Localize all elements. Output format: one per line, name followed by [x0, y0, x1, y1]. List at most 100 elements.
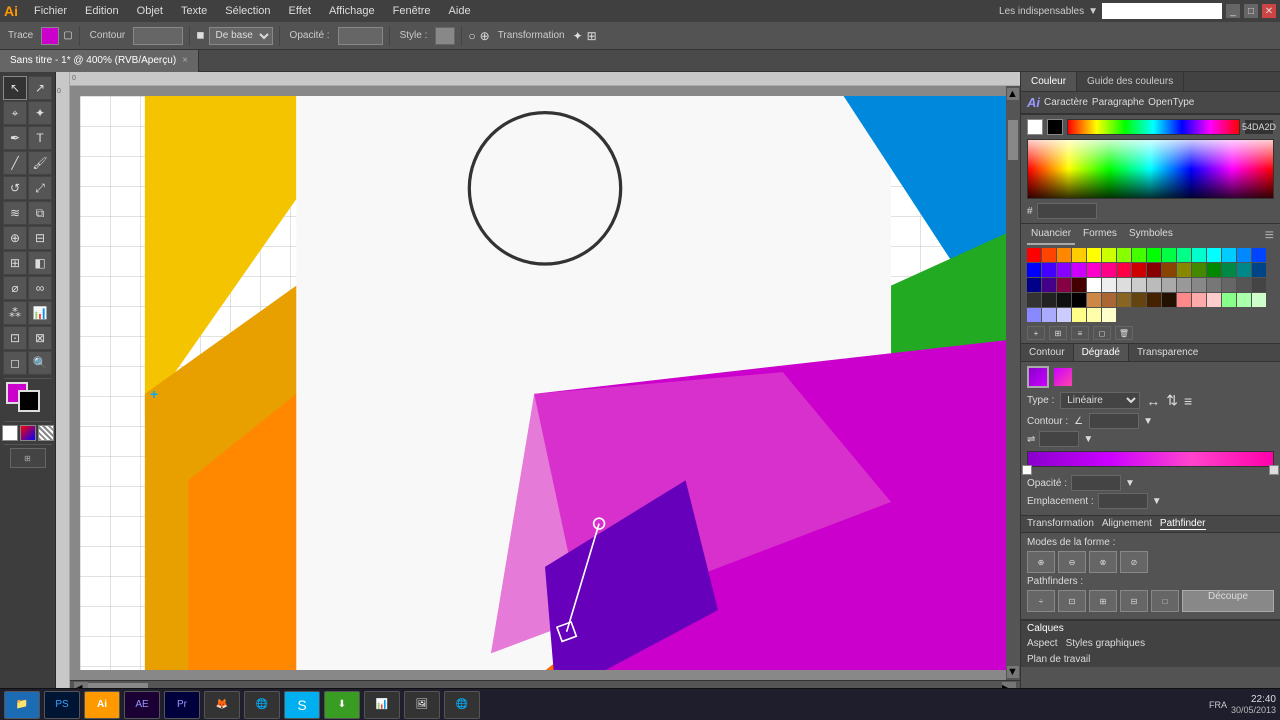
- calques-btn[interactable]: Calques: [1027, 623, 1064, 634]
- gradient-more-icon[interactable]: ≡: [1184, 393, 1192, 409]
- color-cell[interactable]: [1177, 263, 1191, 277]
- color-cell[interactable]: [1057, 308, 1071, 322]
- taskbar-illustrator-btn[interactable]: Ai: [84, 691, 120, 719]
- circle-tool-icon[interactable]: ○: [468, 29, 475, 43]
- crop-btn[interactable]: ⊟: [1120, 590, 1148, 612]
- color-cell[interactable]: [1102, 308, 1116, 322]
- scroll-up-btn[interactable]: ▲: [1007, 88, 1019, 100]
- scroll-thumb[interactable]: [1008, 120, 1018, 160]
- color-cell[interactable]: [1177, 248, 1191, 262]
- color-cell[interactable]: [1117, 263, 1131, 277]
- menu-effet[interactable]: Effet: [281, 3, 319, 19]
- pathfinder-tab[interactable]: Pathfinder: [1160, 518, 1206, 530]
- magic-wand-tool[interactable]: ✦: [28, 101, 52, 125]
- menu-objet[interactable]: Objet: [129, 3, 171, 19]
- color-cell[interactable]: [1102, 293, 1116, 307]
- minus-front-btn[interactable]: ⊖: [1058, 551, 1086, 573]
- menu-fenetre[interactable]: Fenêtre: [385, 3, 439, 19]
- slice-tool[interactable]: ⊠: [28, 326, 52, 350]
- alignement-tab[interactable]: Alignement: [1102, 518, 1152, 530]
- contour-input[interactable]: [133, 27, 183, 45]
- color-cell[interactable]: [1042, 263, 1056, 277]
- paragraphe-btn[interactable]: Paragraphe: [1092, 97, 1144, 108]
- opacity-gradient-input[interactable]: [1071, 475, 1121, 491]
- gradient-reverse-icon[interactable]: ↔: [1146, 393, 1160, 409]
- color-cell[interactable]: [1072, 278, 1086, 292]
- color-cell[interactable]: [1237, 263, 1251, 277]
- perspective-grid-tool[interactable]: ⊟: [28, 226, 52, 250]
- type-tool[interactable]: T: [28, 126, 52, 150]
- decoupe-btn[interactable]: Découpe: [1182, 590, 1274, 612]
- angle-input[interactable]: 74.3°: [1089, 413, 1139, 429]
- color-cell[interactable]: [1027, 263, 1041, 277]
- no-fill-swatch[interactable]: [2, 425, 18, 441]
- color-cell[interactable]: [1192, 248, 1206, 262]
- color-cell[interactable]: [1177, 278, 1191, 292]
- color-cell[interactable]: [1027, 293, 1041, 307]
- color-cell[interactable]: [1087, 263, 1101, 277]
- color-cell[interactable]: [1042, 278, 1056, 292]
- document-tab[interactable]: Sans titre - 1* @ 400% (RVB/Aperçu) ×: [0, 50, 199, 72]
- taskbar-premiere-btn[interactable]: Pr: [164, 691, 200, 719]
- taskbar-skype-btn[interactable]: S: [284, 691, 320, 719]
- color-cell[interactable]: [1147, 278, 1161, 292]
- divide-btn[interactable]: ÷: [1027, 590, 1055, 612]
- background-swatch[interactable]: [18, 390, 40, 412]
- color-cell[interactable]: [1132, 293, 1146, 307]
- color-cell[interactable]: [1042, 308, 1056, 322]
- color-cell[interactable]: [1237, 293, 1251, 307]
- pattern-swatch[interactable]: [38, 425, 54, 441]
- taskbar-network-btn[interactable]: 🌐: [444, 691, 480, 719]
- color-cell[interactable]: [1162, 263, 1176, 277]
- color-cell[interactable]: [1042, 293, 1056, 307]
- menu-fichier[interactable]: Fichier: [26, 3, 75, 19]
- warp-tool[interactable]: ≋: [3, 201, 27, 225]
- taskbar-firefox-btn[interactable]: 🦊: [204, 691, 240, 719]
- color-cell[interactable]: [1222, 278, 1236, 292]
- white-swatch[interactable]: [1027, 119, 1043, 135]
- color-cell[interactable]: [1222, 248, 1236, 262]
- tab-symboles[interactable]: Symboles: [1125, 227, 1177, 245]
- color-cell[interactable]: [1027, 308, 1041, 322]
- emplacement-input[interactable]: [1098, 493, 1148, 509]
- gradient-swap-icon[interactable]: ⇅: [1166, 392, 1178, 409]
- workspace-dropdown-icon[interactable]: ▼: [1088, 6, 1098, 17]
- color-cell[interactable]: [1162, 293, 1176, 307]
- opacity-input[interactable]: 100%: [338, 27, 383, 45]
- color-cell[interactable]: [1192, 278, 1206, 292]
- color-cell[interactable]: [1087, 248, 1101, 262]
- lasso-tool[interactable]: ⌖: [3, 101, 27, 125]
- color-cell[interactable]: [1147, 293, 1161, 307]
- color-cell[interactable]: [1252, 263, 1266, 277]
- line-tool[interactable]: ╱: [3, 151, 27, 175]
- exclude-btn[interactable]: ⊘: [1120, 551, 1148, 573]
- gradient-swatch[interactable]: [20, 425, 36, 441]
- taskbar-stats-btn[interactable]: 📊: [364, 691, 400, 719]
- color-cell[interactable]: [1252, 248, 1266, 262]
- fill-swatch[interactable]: [41, 27, 59, 45]
- color-cell[interactable]: [1117, 248, 1131, 262]
- shape-builder-tool[interactable]: ⊕: [3, 226, 27, 250]
- maximize-button[interactable]: □: [1244, 4, 1258, 18]
- opacity-inc-icon[interactable]: ▼: [1125, 478, 1135, 489]
- color-cell[interactable]: [1072, 308, 1086, 322]
- color-cell[interactable]: [1177, 293, 1191, 307]
- merge-btn[interactable]: ⊞: [1089, 590, 1117, 612]
- artboard-tool[interactable]: ⊡: [3, 326, 27, 350]
- color-spectrum[interactable]: [1027, 139, 1274, 199]
- aspect-btn[interactable]: Aspect: [1027, 638, 1058, 649]
- color-cell[interactable]: [1207, 263, 1221, 277]
- color-cell[interactable]: [1117, 278, 1131, 292]
- color-cell[interactable]: [1102, 263, 1116, 277]
- degrade-swatch-1[interactable]: [1027, 366, 1049, 388]
- trim-btn[interactable]: ⊡: [1058, 590, 1086, 612]
- scroll-down-btn[interactable]: ▼: [1007, 666, 1019, 678]
- color-cell[interactable]: [1252, 293, 1266, 307]
- eraser-tool[interactable]: ◻: [3, 351, 27, 375]
- color-cell[interactable]: [1072, 248, 1086, 262]
- nuancier-add-btn[interactable]: +: [1027, 326, 1045, 340]
- search-input[interactable]: [1102, 3, 1222, 19]
- gradient-stop-right[interactable]: [1269, 465, 1279, 475]
- tab-couleur[interactable]: Couleur: [1021, 72, 1077, 91]
- hex-display[interactable]: 54DA2D: [1244, 119, 1274, 135]
